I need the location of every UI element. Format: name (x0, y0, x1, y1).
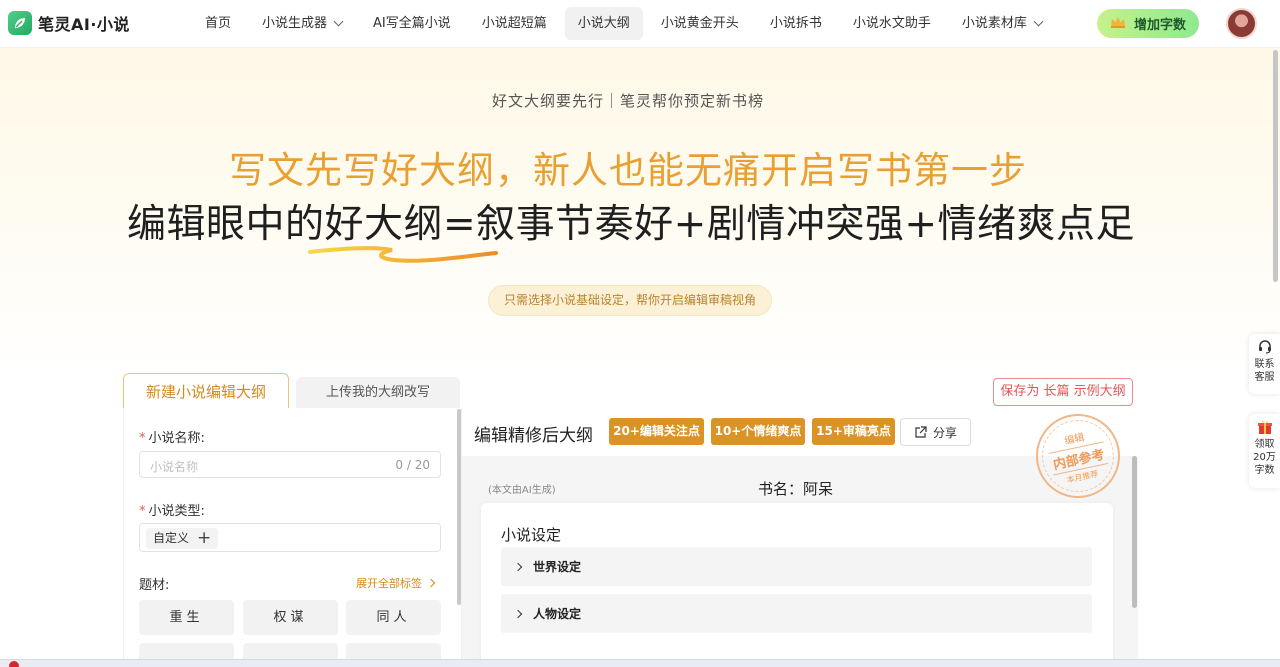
accordion-character-setting[interactable]: 人物设定 (501, 594, 1092, 633)
hero-subtitle: 好文大纲要先行｜笔灵帮你预定新书榜 (491, 92, 764, 110)
book-name: 书名：阿呆 (758, 480, 834, 498)
accordion-label: 人物设定 (533, 607, 582, 621)
user-avatar[interactable] (1226, 8, 1257, 39)
genre-tag[interactable]: 重生 (139, 600, 234, 635)
expand-all-tags-link[interactable]: 展开全部标签 (356, 575, 436, 591)
logo[interactable]: 笔灵AI·小说 (8, 11, 130, 35)
genre-tag[interactable]: 同人 (346, 600, 441, 635)
share-label: 分享 (932, 425, 957, 440)
type-tag-label: 自定义 (153, 531, 190, 545)
plus-icon[interactable]: + (197, 530, 211, 547)
tab-upload-outline[interactable]: 上传我的大纲改写 (296, 377, 460, 408)
form-scrollbar[interactable] (457, 409, 461, 605)
ai-generated-note: (本文由AI生成) (488, 485, 556, 496)
menu-item-golden-opening[interactable]: 小说黄金开头 (648, 7, 752, 40)
required-mark: * (139, 504, 146, 519)
taskbar-app-icon[interactable] (9, 661, 19, 667)
menu-label: 小说黄金开头 (660, 16, 739, 31)
chevron-right-icon (426, 578, 436, 588)
menu-label: 小说生成器 (262, 16, 328, 31)
page-scrollbar[interactable] (1273, 50, 1278, 282)
menu-item-novel-generator[interactable]: 小说生成器 (249, 7, 355, 40)
novel-name-label: * 小说名称: (139, 427, 205, 446)
menu-item-material-library[interactable]: 小说素材库 (949, 7, 1055, 40)
novel-type-selector[interactable]: 自定义 + (139, 523, 441, 552)
outline-scrollbar[interactable] (1132, 456, 1137, 608)
add-words-button[interactable]: 增加字数 (1097, 9, 1199, 38)
hero-hint-pill: 只需选择小说基础设定，帮你开启编辑审稿视角 (488, 285, 772, 316)
novel-settings-card: 小说设定 世界设定 人物设定 (481, 503, 1113, 667)
menu-label: 小说水文助手 (852, 16, 931, 31)
menu-label: 首页 (205, 16, 232, 31)
menu-item-book-breakdown[interactable]: 小说拆书 (757, 7, 835, 40)
gift-icon (1257, 420, 1272, 434)
crown-icon (1110, 16, 1126, 32)
hero-headline-2: 编辑眼中的好大纲=叙事节奏好+剧情冲突强+情绪爽点足 (126, 202, 1136, 247)
menu-item-short-story[interactable]: 小说超短篇 (469, 7, 560, 40)
genre-tag[interactable]: 权谋 (243, 600, 338, 635)
genre-label: 题材: (139, 578, 170, 593)
accordion-label: 世界设定 (533, 560, 582, 574)
type-tag-custom[interactable]: 自定义 + (146, 528, 219, 549)
menu-item-home[interactable]: 首页 (192, 7, 244, 40)
chevron-down-icon (1033, 16, 1044, 27)
logo-leaf-icon (8, 11, 32, 35)
menu-item-filler-assistant[interactable]: 小说水文助手 (840, 7, 944, 40)
main-menu: 首页 小说生成器 AI写全篇小说 小说超短篇 小说大纲 小说黄金开头 小说拆书 … (192, 7, 1060, 40)
menu-item-ai-full-novel[interactable]: AI写全篇小说 (360, 7, 464, 40)
chevron-right-icon (513, 562, 523, 571)
outline-preview-title: 编辑精修后大纲 (474, 426, 593, 446)
tab-new-outline[interactable]: 新建小说编辑大纲 (123, 373, 289, 409)
top-nav: 笔灵AI·小说 首页 小说生成器 AI写全篇小说 小说超短篇 小说大纲 小说黄金… (0, 0, 1280, 48)
os-taskbar (0, 659, 1280, 667)
chevron-right-icon (513, 609, 523, 618)
outline-preview-body: (本文由AI生成) 书名：阿呆 小说设定 世界设定 人物设定 (462, 456, 1138, 667)
menu-label: 小说大纲 (577, 16, 630, 31)
char-counter: 0 / 20 (395, 458, 430, 472)
badge-editor-focus: 20+编辑关注点 (609, 418, 704, 445)
add-words-label: 增加字数 (1133, 18, 1186, 33)
menu-label: AI写全篇小说 (373, 16, 451, 31)
hero-headline-1: 写文先写好大纲，新人也能无痛开启写书第一步 (229, 149, 1027, 192)
label-text: 小说名称: (148, 431, 205, 446)
expand-label: 展开全部标签 (356, 577, 422, 590)
logo-text: 笔灵AI·小说 (38, 15, 130, 34)
accordion-world-setting[interactable]: 世界设定 (501, 547, 1092, 586)
menu-label: 小说素材库 (961, 16, 1027, 31)
badge-review-highlights: 15+审稿亮点 (812, 418, 895, 445)
share-button[interactable]: 分享 (900, 418, 971, 446)
menu-label: 小说拆书 (769, 16, 822, 31)
menu-item-outline[interactable]: 小说大纲 (564, 7, 643, 40)
customer-service-widget[interactable]: 联系客服 (1249, 334, 1280, 394)
chevron-down-icon (333, 16, 344, 27)
novel-settings-title: 小说设定 (501, 526, 562, 544)
claim-words-label: 领取20万字数 (1253, 439, 1276, 476)
novel-type-label: * 小说类型: (139, 500, 205, 519)
menu-label: 小说超短篇 (481, 16, 547, 31)
novel-name-input[interactable]: 小说名称 0 / 20 (139, 451, 441, 478)
customer-service-label: 联系客服 (1254, 359, 1275, 383)
brush-underline-decoration (308, 246, 498, 263)
save-sample-outline-button[interactable]: 保存为 长篇 示例大纲 (993, 378, 1133, 406)
label-text: 小说类型: (148, 504, 205, 519)
claim-words-widget[interactable]: 领取20万字数 (1249, 414, 1280, 488)
badge-emotion-points: 10+个情绪爽点 (711, 418, 805, 445)
share-icon (915, 425, 927, 438)
headset-icon (1258, 340, 1271, 354)
placeholder-text: 小说名称 (150, 460, 199, 474)
required-mark: * (139, 431, 146, 446)
